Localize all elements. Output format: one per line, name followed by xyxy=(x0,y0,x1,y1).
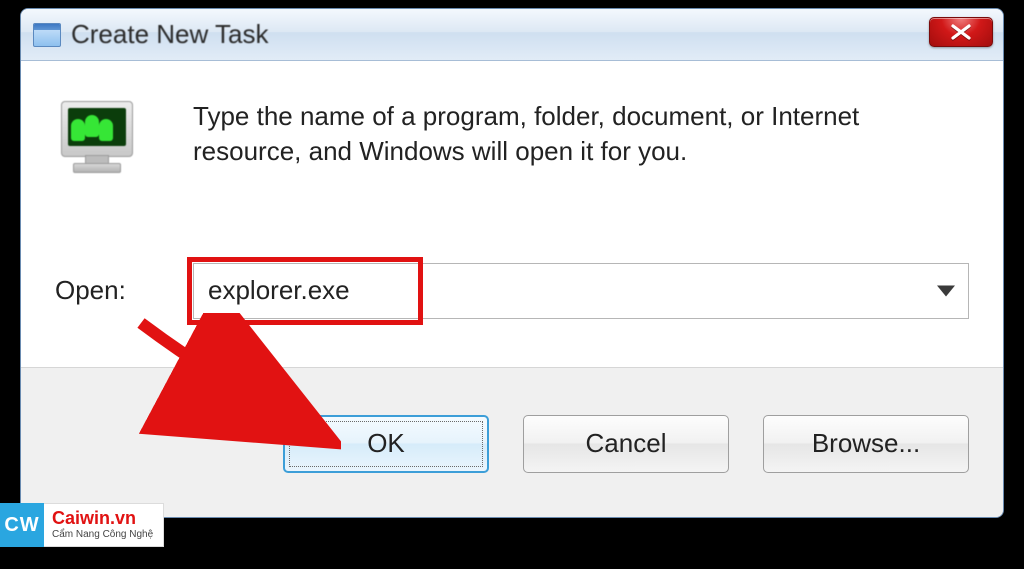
titlebar[interactable]: Create New Task xyxy=(21,9,1003,61)
open-combobox[interactable]: explorer.exe xyxy=(193,263,969,319)
cancel-button[interactable]: Cancel xyxy=(523,415,729,473)
watermark-site: Caiwin.vn xyxy=(52,509,153,527)
ok-button[interactable]: OK xyxy=(283,415,489,473)
button-row: OK Cancel Browse... xyxy=(21,367,1003,518)
watermark-tagline: Cẩm Nang Công Nghệ xyxy=(52,529,153,541)
watermark: CW Caiwin.vn Cẩm Nang Công Nghệ xyxy=(0,503,164,547)
close-icon xyxy=(950,24,972,40)
window-title: Create New Task xyxy=(71,19,269,50)
instruction-text: Type the name of a program, folder, docu… xyxy=(193,99,969,212)
close-button[interactable] xyxy=(929,17,993,47)
open-label: Open: xyxy=(55,275,175,306)
open-combobox-wrap: explorer.exe xyxy=(193,263,969,319)
open-input-value: explorer.exe xyxy=(208,275,350,306)
chevron-down-icon[interactable] xyxy=(937,285,955,296)
window-icon xyxy=(33,23,61,47)
create-new-task-dialog: Create New Task Type the name of a progr… xyxy=(20,8,1004,518)
browse-button[interactable]: Browse... xyxy=(763,415,969,473)
run-program-icon xyxy=(55,101,141,179)
dialog-content: Type the name of a program, folder, docu… xyxy=(21,61,1003,367)
watermark-logo: CW xyxy=(0,503,44,547)
